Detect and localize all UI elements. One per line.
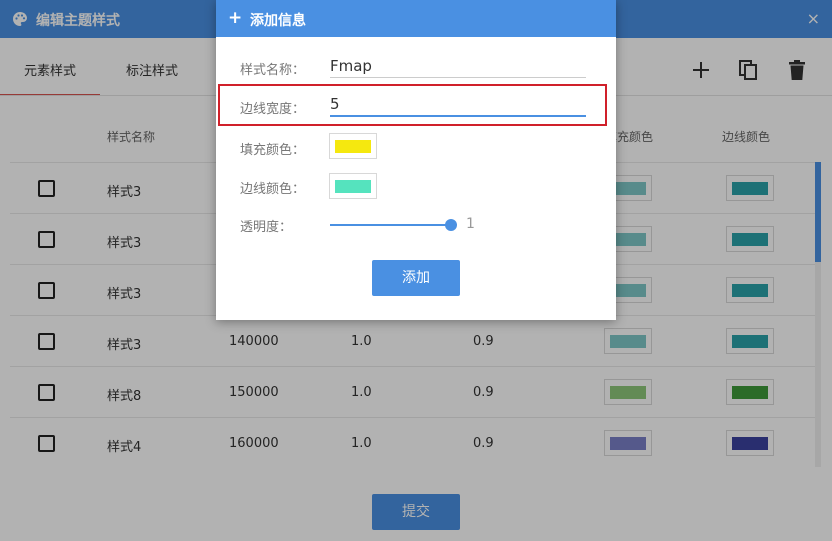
stroke-width-input[interactable]	[330, 95, 586, 117]
opacity-slider-track[interactable]	[330, 224, 452, 226]
dialog-header: + 添加信息	[216, 0, 616, 37]
dialog-title: 添加信息	[250, 13, 306, 29]
stroke-width-label: 边线宽度：	[240, 102, 306, 117]
opacity-slider-handle[interactable]	[445, 219, 457, 231]
add-button[interactable]: 添加	[372, 260, 460, 296]
fill-color-picker[interactable]	[329, 133, 377, 159]
add-info-dialog: + 添加信息 样式名称： 边线宽度： 填充颜色： 边线颜色： 透明度： 1 添加	[216, 0, 616, 320]
style-name-label: 样式名称：	[240, 63, 306, 78]
stroke-color-label: 边线颜色：	[240, 182, 306, 197]
opacity-value: 1	[466, 216, 475, 232]
plus-icon: +	[228, 8, 243, 28]
style-name-input[interactable]	[330, 56, 586, 78]
fill-color-label: 填充颜色：	[240, 143, 306, 158]
opacity-label: 透明度：	[240, 220, 293, 235]
stroke-color-picker[interactable]	[329, 173, 377, 199]
